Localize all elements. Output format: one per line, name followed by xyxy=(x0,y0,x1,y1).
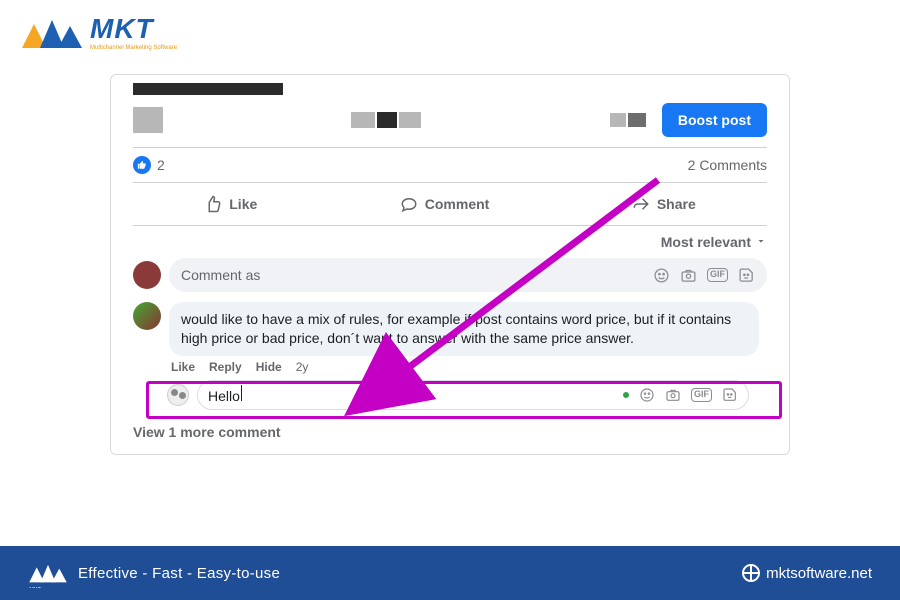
share-label: Share xyxy=(657,196,696,212)
redacted-block xyxy=(133,107,163,133)
share-button[interactable]: Share xyxy=(622,189,706,219)
brand-mark-icon xyxy=(20,14,84,52)
comment-like-link[interactable]: Like xyxy=(171,360,195,374)
footer-site-link[interactable]: mktsoftware.net xyxy=(742,564,872,582)
comment-placeholder: Comment as xyxy=(181,267,260,283)
comment-reply-link[interactable]: Reply xyxy=(209,360,242,374)
comment-label: Comment xyxy=(425,196,490,212)
comment-sort-dropdown[interactable]: Most relevant xyxy=(111,226,789,254)
sticker-icon[interactable] xyxy=(738,267,755,284)
view-more-comments-link[interactable]: View 1 more comment xyxy=(111,416,789,454)
footer-site: mktsoftware.net xyxy=(766,565,872,582)
camera-icon[interactable] xyxy=(665,387,681,403)
post-card: Boost post 2 2 Comments Like Comment Sha… xyxy=(110,74,790,455)
post-meta-row: Boost post xyxy=(111,99,789,147)
footer-logo-icon: MKT xyxy=(28,558,68,588)
comment-composer: Comment as GIF xyxy=(111,254,789,296)
comment-hide-link[interactable]: Hide xyxy=(256,360,282,374)
reactions-summary: 2 2 Comments xyxy=(111,148,789,182)
reply-input[interactable]: Hello GIF xyxy=(197,380,749,410)
gif-icon[interactable]: GIF xyxy=(707,268,728,282)
comment-input[interactable]: Comment as GIF xyxy=(169,258,767,292)
avatar xyxy=(133,261,161,289)
reply-composer: Hello GIF xyxy=(111,374,789,416)
like-label: Like xyxy=(229,196,257,212)
comment-actions: Like Reply Hide 2y xyxy=(111,356,789,374)
comment-icon xyxy=(400,195,418,213)
share-icon xyxy=(632,195,650,213)
thumb-up-icon xyxy=(204,195,222,213)
sort-label: Most relevant xyxy=(661,234,751,250)
emoji-icon[interactable] xyxy=(639,387,655,403)
page-footer: MKT Effective - Fast - Easy-to-use mktso… xyxy=(0,546,900,600)
avatar xyxy=(167,384,189,406)
brand-name: MKT xyxy=(90,15,177,43)
reply-value: Hello xyxy=(208,385,242,404)
redacted-block xyxy=(610,113,646,127)
comment-button[interactable]: Comment xyxy=(390,189,500,219)
avatar xyxy=(133,302,161,330)
post-actions: Like Comment Share xyxy=(111,183,789,225)
comment-timestamp: 2y xyxy=(296,360,309,374)
globe-icon xyxy=(742,564,760,582)
svg-text:MKT: MKT xyxy=(29,587,41,588)
redacted-block xyxy=(133,83,283,95)
chevron-down-icon xyxy=(755,234,767,250)
comment-item: would like to have a mix of rules, for e… xyxy=(111,296,789,356)
camera-icon[interactable] xyxy=(680,267,697,284)
like-button[interactable]: Like xyxy=(194,189,267,219)
like-reaction-icon xyxy=(133,156,151,174)
gif-icon[interactable]: GIF xyxy=(691,388,712,402)
comments-count[interactable]: 2 Comments xyxy=(688,157,767,173)
comment-body: would like to have a mix of rules, for e… xyxy=(169,302,759,356)
emoji-icon[interactable] xyxy=(653,267,670,284)
sticker-icon[interactable] xyxy=(722,387,738,403)
status-indicator-icon xyxy=(623,392,629,398)
boost-post-button[interactable]: Boost post xyxy=(662,103,767,137)
like-count[interactable]: 2 xyxy=(157,157,165,173)
brand-tagline: Multichannel Marketing Software xyxy=(90,45,177,51)
footer-slogan: Effective - Fast - Easy-to-use xyxy=(78,565,280,582)
brand-logo: MKT Multichannel Marketing Software xyxy=(20,14,177,52)
redacted-block xyxy=(351,112,421,128)
